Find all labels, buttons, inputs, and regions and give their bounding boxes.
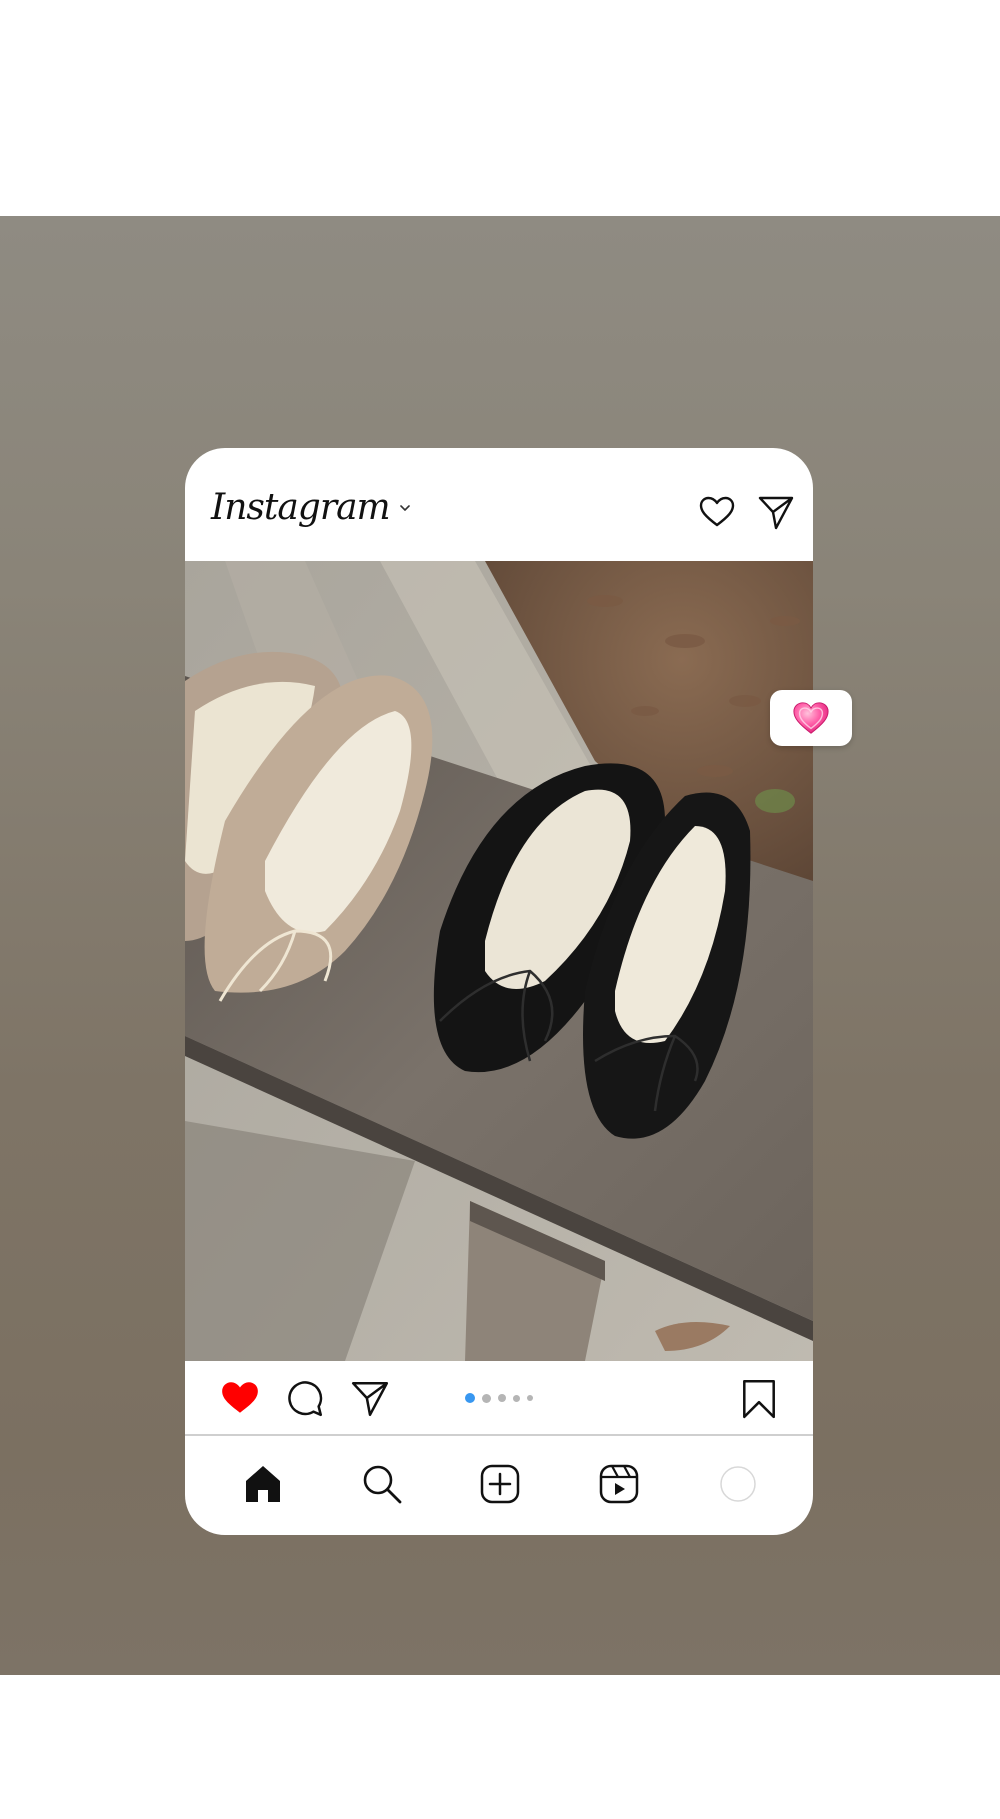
bottom-tab-bar bbox=[185, 1436, 813, 1535]
carousel-dot bbox=[527, 1395, 533, 1401]
carousel-dot bbox=[498, 1394, 506, 1402]
home-icon[interactable] bbox=[241, 1462, 285, 1506]
profile-icon[interactable] bbox=[716, 1462, 760, 1506]
carousel-dot bbox=[513, 1394, 520, 1402]
reels-icon[interactable] bbox=[597, 1462, 641, 1506]
search-icon[interactable] bbox=[360, 1462, 404, 1506]
heart-icon[interactable] bbox=[697, 492, 737, 532]
pink-heart-emoji-icon bbox=[793, 702, 829, 734]
heart-icon[interactable] bbox=[219, 1377, 261, 1419]
post-photo bbox=[185, 561, 813, 1361]
post-action-bar bbox=[185, 1361, 813, 1434]
instagram-logo: Instagram bbox=[211, 487, 391, 528]
app-header: Instagram bbox=[185, 448, 813, 561]
chevron-down-icon bbox=[399, 505, 410, 511]
share-icon[interactable] bbox=[349, 1377, 391, 1419]
instagram-feed-card: Instagram bbox=[185, 448, 813, 1535]
carousel-dot bbox=[465, 1393, 475, 1403]
carousel-dot bbox=[482, 1393, 491, 1403]
new-post-icon[interactable] bbox=[478, 1462, 522, 1506]
reaction-bubble bbox=[770, 690, 852, 746]
direct-message-icon[interactable] bbox=[756, 492, 796, 532]
comment-icon[interactable] bbox=[284, 1377, 326, 1419]
bookmark-icon[interactable] bbox=[738, 1377, 780, 1419]
carousel-indicator bbox=[465, 1393, 533, 1403]
account-switcher[interactable]: Instagram bbox=[211, 490, 412, 526]
